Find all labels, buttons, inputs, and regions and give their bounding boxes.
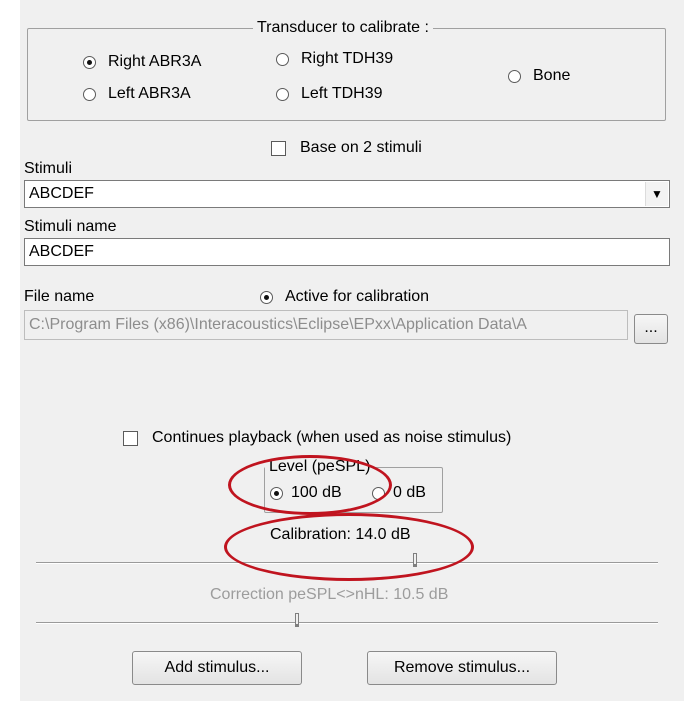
radio-100-db[interactable]: 100 dB (270, 483, 342, 503)
annotation-ellipse-calibration (224, 513, 474, 581)
radio-bone-label: Bone (533, 67, 571, 84)
radio-dot-icon (276, 87, 289, 101)
radio-left-abr3a-label: Left ABR3A (108, 85, 191, 102)
radio-left-tdh39-label: Left TDH39 (301, 85, 383, 102)
radio-right-tdh39-label: Right TDH39 (301, 50, 394, 67)
left-edge-strip (0, 0, 20, 701)
level-groupbox-title: Level (peSPL) (265, 458, 375, 476)
calibration-slider-track[interactable] (36, 562, 658, 564)
active-for-calibration-radio[interactable]: Active for calibration (260, 287, 429, 307)
stimuli-dropdown-value: ABCDEF (29, 185, 94, 202)
checkbox-icon (271, 140, 286, 156)
radio-dot-icon (508, 69, 521, 83)
continues-playback-checkbox[interactable]: Continues playback (when used as noise s… (123, 428, 511, 448)
radio-bone[interactable]: Bone (508, 66, 570, 86)
base-on-2-stimuli-checkbox[interactable]: Base on 2 stimuli (271, 138, 422, 158)
transducer-groupbox-title: Transducer to calibrate : (253, 19, 433, 37)
active-for-calibration-label: Active for calibration (285, 288, 430, 305)
correction-slider-track[interactable] (36, 622, 658, 624)
radio-0-db[interactable]: 0 dB (372, 483, 426, 503)
add-stimulus-button[interactable]: Add stimulus... (132, 651, 302, 685)
file-name-label: File name (24, 288, 95, 305)
radio-dot-icon (83, 55, 96, 69)
radio-dot-icon (83, 87, 96, 101)
remove-stimulus-button[interactable]: Remove stimulus... (367, 651, 557, 685)
calibration-slider-thumb[interactable] (413, 553, 418, 567)
stimuli-dropdown[interactable]: ABCDEF ▼ (24, 180, 670, 208)
correction-label: Correction peSPL<>nHL: 10.5 dB (210, 586, 449, 603)
radio-0-db-label: 0 dB (393, 484, 426, 501)
radio-dot-icon (260, 290, 273, 304)
chevron-down-icon[interactable]: ▼ (645, 182, 668, 206)
browse-button[interactable]: ... (634, 314, 668, 344)
checkbox-icon (123, 430, 138, 446)
stimuli-name-value: ABCDEF (29, 243, 94, 260)
stimuli-name-label: Stimuli name (24, 218, 117, 235)
base-on-2-stimuli-label: Base on 2 stimuli (300, 139, 422, 156)
continues-playback-label: Continues playback (when used as noise s… (152, 429, 512, 446)
radio-dot-icon (270, 486, 283, 500)
stimuli-name-input[interactable]: ABCDEF (24, 238, 670, 266)
stimuli-label: Stimuli (24, 160, 73, 177)
radio-dot-icon (276, 52, 289, 66)
radio-left-abr3a[interactable]: Left ABR3A (83, 84, 191, 104)
radio-right-tdh39[interactable]: Right TDH39 (276, 49, 393, 69)
correction-slider-thumb[interactable] (295, 613, 300, 627)
radio-right-abr3a-label: Right ABR3A (108, 53, 202, 70)
radio-left-tdh39[interactable]: Left TDH39 (276, 84, 383, 104)
calibration-label: Calibration: 14.0 dB (270, 526, 411, 543)
file-name-value: C:\Program Files (x86)\Interacoustics\Ec… (29, 316, 527, 333)
radio-100-db-label: 100 dB (291, 484, 342, 501)
radio-right-abr3a[interactable]: Right ABR3A (83, 52, 201, 72)
radio-dot-icon (372, 486, 385, 500)
file-name-input[interactable]: C:\Program Files (x86)\Interacoustics\Ec… (24, 310, 628, 340)
